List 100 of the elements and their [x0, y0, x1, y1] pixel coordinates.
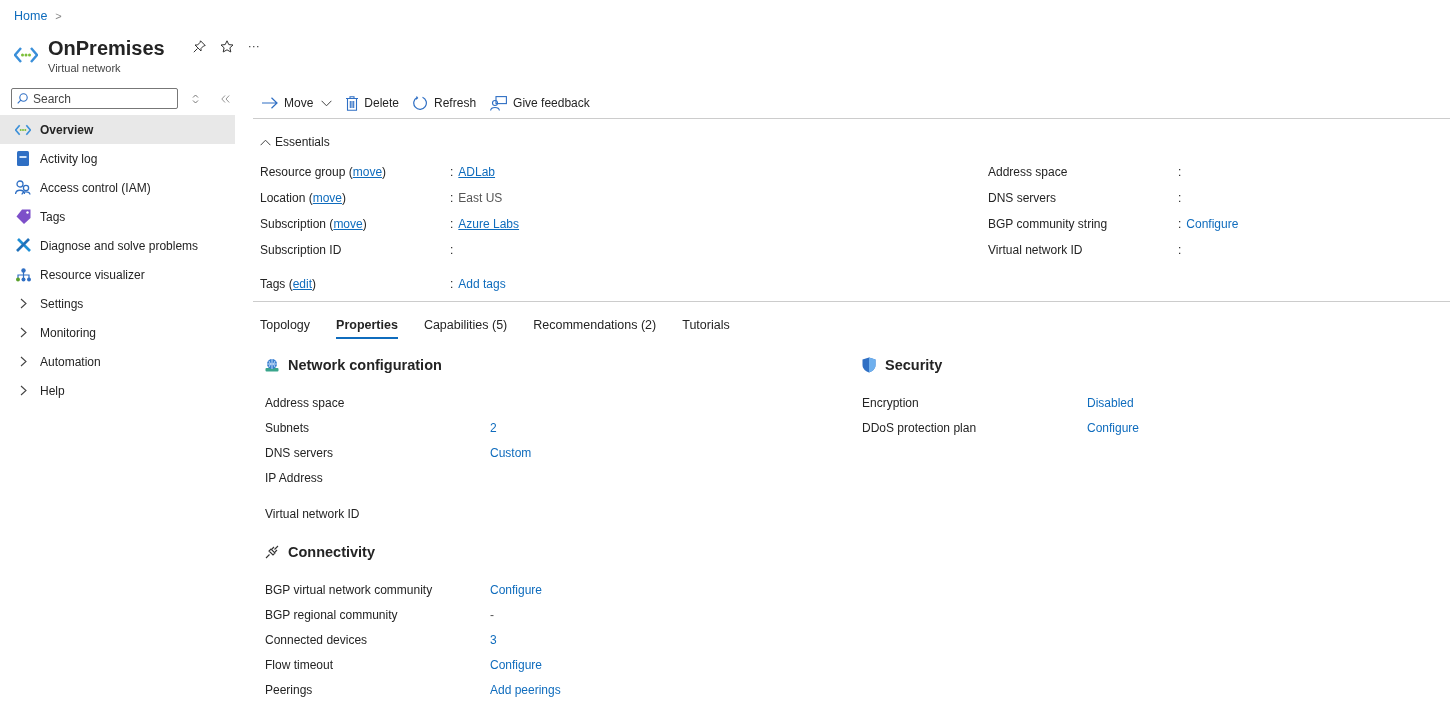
section-title: Security — [885, 357, 943, 373]
favorite-button[interactable] — [219, 39, 234, 53]
property-label: DDoS protection plan — [862, 420, 978, 435]
tab[interactable]: Properties — [336, 318, 398, 339]
book-icon — [17, 151, 29, 166]
arrow-right-icon — [262, 97, 278, 109]
chevron-right-icon — [19, 385, 27, 396]
chevron-right-icon — [19, 298, 27, 309]
breadcrumb-link[interactable]: Home — [14, 9, 48, 23]
toolbar-button[interactable]: Delete — [346, 95, 400, 111]
pin-icon — [192, 39, 206, 53]
field-label: BGP community string — [988, 217, 1109, 231]
nav-item[interactable]: Resource visualizer — [0, 260, 235, 289]
property-link[interactable]: Configure — [490, 582, 862, 597]
property-label: BGP regional community — [265, 607, 399, 622]
nav-item[interactable]: Activity log — [0, 144, 235, 173]
field-label: Location (move) — [260, 191, 348, 205]
field-label: Subscription (move) — [260, 217, 368, 231]
colon-separator: : — [450, 165, 454, 179]
up-down-icon — [192, 93, 199, 104]
colon-separator: : — [450, 217, 454, 231]
star-icon — [219, 39, 234, 53]
network-brackets-icon — [15, 123, 31, 136]
refresh-icon — [413, 95, 429, 111]
property-link[interactable]: Configure — [1087, 420, 1450, 435]
network-brackets-icon — [14, 46, 38, 64]
field-link[interactable]: Add tags — [458, 277, 506, 291]
chevron-right-icon — [19, 356, 27, 367]
nav-item[interactable]: Diagnose and solve problems — [0, 231, 235, 260]
feedback-icon — [490, 95, 508, 111]
toolbar-button[interactable]: Move — [262, 96, 333, 110]
search-field[interactable]: Search — [11, 88, 178, 109]
page-subtitle: Virtual network — [48, 62, 122, 74]
field-label: Virtual network ID — [988, 243, 1084, 257]
chevron-right-icon — [19, 327, 27, 338]
people-icon — [15, 180, 31, 195]
tab[interactable]: Recommendations (2) — [533, 318, 657, 339]
tag-icon — [15, 209, 31, 224]
nav-item[interactable]: Monitoring — [0, 318, 235, 347]
nav-item[interactable]: Overview — [0, 115, 235, 144]
double-chevron-left-icon — [221, 94, 230, 103]
chevron-down-icon — [321, 99, 333, 107]
chevron-up-icon — [260, 138, 271, 146]
plug-icon — [265, 545, 279, 559]
colon-separator: : — [450, 243, 454, 257]
tab[interactable]: Topology — [260, 318, 311, 339]
property-label: Virtual network ID — [265, 506, 361, 521]
property-label: Connected devices — [265, 632, 369, 647]
nav-item[interactable]: Tags — [0, 202, 235, 231]
property-label: Peerings — [265, 682, 314, 697]
field-label: Subscription ID — [260, 243, 343, 257]
breadcrumb-separator: > — [55, 10, 62, 22]
colon-separator: : — [450, 191, 454, 205]
toolbar-button[interactable]: Refresh — [413, 95, 477, 111]
property-label: BGP virtual network community — [265, 582, 434, 597]
property-link[interactable]: Custom — [490, 445, 862, 460]
property-link[interactable]: 2 — [490, 420, 862, 435]
property-label: Encryption — [862, 395, 920, 410]
field-label: Address space — [988, 165, 1069, 179]
nav-item[interactable]: Help — [0, 376, 235, 405]
field-label: DNS servers — [988, 191, 1057, 205]
page-title: OnPremises — [48, 36, 165, 60]
more-button[interactable]: ··· — [247, 39, 260, 53]
globe-icon — [265, 358, 279, 372]
nav-item[interactable]: Settings — [0, 289, 235, 318]
property-label: Flow timeout — [265, 657, 335, 672]
property-label: Subnets — [265, 420, 311, 435]
colon-separator: : — [1178, 217, 1182, 231]
essentials-toggle[interactable]: Essentials — [260, 135, 330, 149]
field-link[interactable]: ADLab — [458, 165, 496, 179]
toolbar-button[interactable]: Give feedback — [490, 95, 590, 111]
hierarchy-icon — [15, 267, 31, 282]
shield-icon — [862, 357, 876, 373]
tab[interactable]: Tutorials — [682, 318, 730, 339]
tab[interactable]: Capabilities (5) — [423, 318, 508, 339]
collapse-button[interactable] — [221, 94, 230, 103]
section-title: Connectivity — [288, 544, 375, 560]
property-link[interactable]: Configure — [490, 657, 862, 672]
inline-link[interactable]: move — [333, 217, 363, 231]
field-value: East US — [458, 191, 503, 205]
property-label: IP Address — [265, 470, 324, 485]
section-title: Network configuration — [288, 357, 442, 373]
colon-separator: : — [1178, 243, 1182, 257]
colon-separator: : — [1178, 165, 1182, 179]
field-label: Resource group (move) — [260, 165, 388, 179]
property-value: - — [490, 607, 495, 622]
property-label: Address space — [265, 395, 346, 410]
pin-button[interactable] — [192, 39, 206, 53]
nav-item[interactable]: Access control (IAM) — [0, 173, 235, 202]
property-link[interactable]: 3 — [490, 632, 862, 647]
property-link[interactable]: Disabled — [1087, 395, 1450, 410]
field-label: Tags (edit) — [260, 277, 318, 291]
field-link[interactable]: Configure — [1186, 217, 1239, 231]
property-label: DNS servers — [265, 445, 334, 460]
nav-item[interactable]: Automation — [0, 347, 235, 376]
field-link[interactable]: Azure Labs — [458, 217, 520, 231]
property-link[interactable]: Add peerings — [490, 682, 862, 697]
trash-icon — [346, 95, 359, 111]
colon-separator: : — [1178, 191, 1182, 205]
colon-separator: : — [450, 277, 454, 291]
